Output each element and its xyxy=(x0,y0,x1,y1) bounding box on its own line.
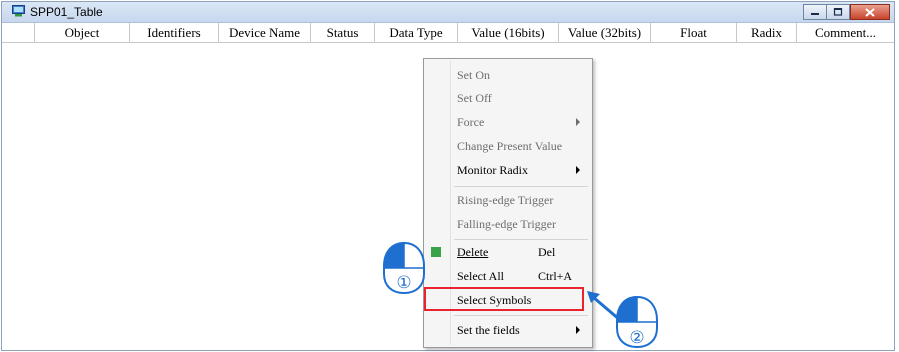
close-button[interactable] xyxy=(850,4,890,20)
title-bar[interactable]: SPP01_Table xyxy=(2,2,894,23)
menu-item-label: Force xyxy=(457,115,485,129)
menu-item-select-symbols[interactable]: Select Symbols xyxy=(426,290,590,310)
minimize-icon xyxy=(811,13,819,15)
menu-item-label: Set On xyxy=(457,68,490,82)
menu-item-delete[interactable]: Delete Del xyxy=(426,242,590,262)
maximize-button[interactable] xyxy=(826,4,850,20)
menu-item-shortcut: Ctrl+A xyxy=(538,269,573,283)
menu-item-label: Set Off xyxy=(457,91,492,105)
column-header-status[interactable]: Status xyxy=(311,23,375,42)
column-header-radix[interactable]: Radix xyxy=(737,23,797,42)
window-title: SPP01_Table xyxy=(30,5,103,19)
menu-item-label: Select All xyxy=(457,269,504,283)
close-icon xyxy=(865,7,875,17)
minimize-button[interactable] xyxy=(803,4,827,20)
window-controls xyxy=(803,4,890,20)
menu-item-change-present-value[interactable]: Change Present Value xyxy=(426,136,590,156)
menu-item-label: Change Present Value xyxy=(457,139,563,153)
submenu-arrow-icon xyxy=(576,118,580,126)
delete-icon xyxy=(431,247,441,257)
context-menu: Set On Set Off Force Change Present Valu… xyxy=(423,58,593,348)
menu-item-set-off[interactable]: Set Off xyxy=(426,88,590,108)
menu-item-label: Monitor Radix xyxy=(457,163,528,177)
menu-item-rising-edge-trigger[interactable]: Rising-edge Trigger xyxy=(426,190,590,210)
maximize-icon xyxy=(833,8,843,16)
column-header-value-16bits[interactable]: Value (16bits) xyxy=(458,23,559,42)
menu-item-label: Set the fields xyxy=(457,323,520,337)
menu-item-falling-edge-trigger[interactable]: Falling-edge Trigger xyxy=(426,214,590,234)
menu-item-label: Delete xyxy=(457,245,489,259)
step1-number: ① xyxy=(396,273,411,293)
column-header-data-type[interactable]: Data Type xyxy=(375,23,458,42)
menu-item-label: Falling-edge Trigger xyxy=(457,217,556,231)
menu-separator xyxy=(454,315,588,316)
menu-item-set-on[interactable]: Set On xyxy=(426,65,590,85)
column-header-value-32bits[interactable]: Value (32bits) xyxy=(559,23,651,42)
menu-item-select-all[interactable]: Select All Ctrl+A xyxy=(426,266,590,286)
column-header-float[interactable]: Float xyxy=(651,23,737,42)
menu-item-set-the-fields[interactable]: Set the fields xyxy=(426,320,590,340)
step2-number: ② xyxy=(629,328,644,348)
mouse-step1-icon: ① xyxy=(383,241,425,295)
menu-item-force[interactable]: Force xyxy=(426,112,590,132)
menu-item-label: Select Symbols xyxy=(457,293,532,307)
menu-item-label: Rising-edge Trigger xyxy=(457,193,554,207)
column-header-selector[interactable] xyxy=(2,23,35,42)
column-header-device-name[interactable]: Device Name xyxy=(219,23,311,42)
submenu-arrow-icon xyxy=(576,166,580,174)
submenu-arrow-icon xyxy=(576,326,580,334)
menu-separator xyxy=(454,239,588,240)
table-window-icon xyxy=(12,5,25,17)
mouse-step2-icon: ② xyxy=(616,295,658,349)
menu-separator xyxy=(454,186,588,187)
menu-item-monitor-radix[interactable]: Monitor Radix xyxy=(426,160,590,180)
column-header-identifiers[interactable]: Identifiers xyxy=(130,23,219,42)
table-header: Object Identifiers Device Name Status Da… xyxy=(2,23,894,43)
column-header-comment[interactable]: Comment... xyxy=(797,23,894,42)
menu-item-shortcut: Del xyxy=(538,245,556,259)
column-header-object[interactable]: Object xyxy=(35,23,130,42)
